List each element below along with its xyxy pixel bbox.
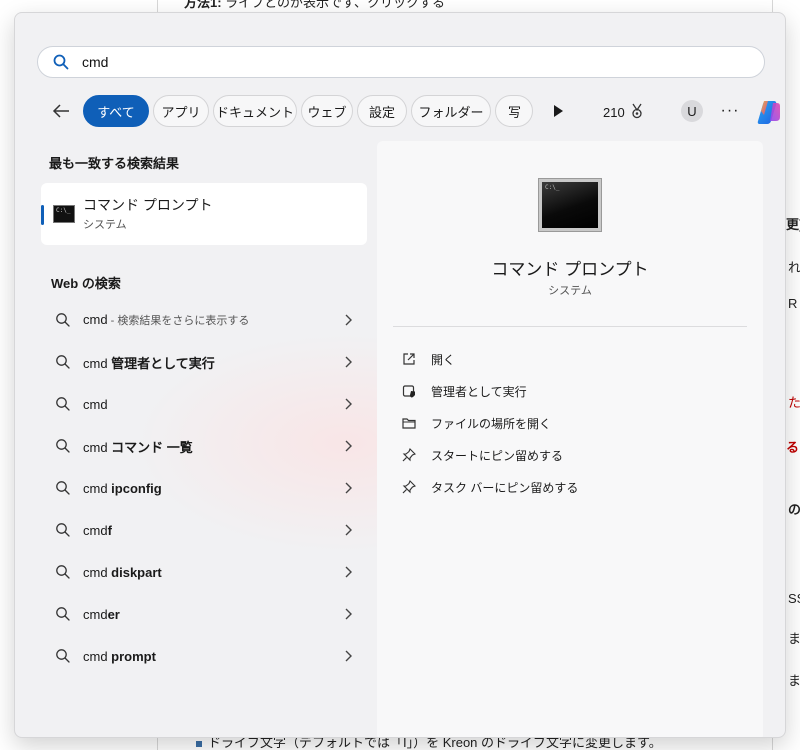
scroll-right-icon[interactable]	[551, 104, 565, 118]
command-prompt-icon: C:\_	[538, 178, 602, 232]
doc-right-fragment-5: る	[786, 440, 800, 455]
chevron-right-icon	[343, 439, 353, 453]
chevron-right-icon	[343, 565, 353, 579]
action-pin-to-taskbar[interactable]: タスク バーにピン留めする	[401, 471, 578, 503]
web-suggestion-item[interactable]: cmdf	[41, 509, 367, 551]
chevron-right-icon	[343, 523, 353, 537]
search-icon	[52, 53, 70, 71]
chevron-right-icon	[343, 397, 353, 411]
pin-icon	[401, 479, 417, 495]
search-panel: すべて アプリ ドキュメント ウェブ 設定 フォルダー 写 210 U ···	[14, 12, 786, 738]
chevron-right-icon	[343, 607, 353, 621]
filter-bar: すべて アプリ ドキュメント ウェブ 設定 フォルダー 写 210 U ···	[43, 95, 780, 127]
points-value: 210	[603, 105, 625, 120]
action-run-as-admin[interactable]: 管理者として実行	[401, 375, 578, 407]
avatar[interactable]: U	[681, 100, 703, 122]
search-box[interactable]	[37, 46, 765, 78]
action-open-file-location[interactable]: ファイルの場所を開く	[401, 407, 578, 439]
search-icon	[55, 312, 71, 328]
search-icon	[55, 480, 71, 496]
bullet-icon	[196, 740, 202, 747]
web-suggestion-item[interactable]: cmd	[41, 383, 367, 425]
filter-folders[interactable]: フォルダー	[411, 95, 491, 127]
search-icon	[55, 648, 71, 664]
doc-right-fragment-9: ま	[788, 673, 800, 688]
doc-right-fragment-6: の	[788, 502, 800, 517]
web-suggestions: cmd - 検索結果をさらに表示する cmd 管理者として実行 cmd cmd …	[41, 299, 367, 677]
web-suggestion-item[interactable]: cmd prompt	[41, 635, 367, 677]
admin-shield-icon	[401, 383, 417, 399]
web-search-heading: Web の検索	[51, 276, 121, 291]
filter-documents[interactable]: ドキュメント	[213, 95, 297, 127]
selection-indicator	[41, 205, 44, 225]
action-open[interactable]: 開く	[401, 343, 578, 375]
doc-right-fragment-7: SS	[788, 591, 800, 606]
best-match-card[interactable]: C:\_ コマンド プロンプト システム	[41, 183, 367, 245]
rewards-points[interactable]: 210	[603, 103, 645, 122]
web-suggestion-item[interactable]: cmd 管理者として実行	[41, 341, 367, 383]
web-suggestion-item[interactable]: cmd コマンド 一覧	[41, 425, 367, 467]
filter-photos[interactable]: 写	[495, 95, 533, 127]
best-match-name: コマンド プロンプト	[83, 197, 213, 213]
preview-title: コマンド プロンプト	[491, 260, 649, 279]
chevron-right-icon	[343, 355, 353, 369]
web-suggestion-item[interactable]: cmder	[41, 593, 367, 635]
doc-right-fragment-3: R	[788, 296, 798, 311]
search-input[interactable]	[82, 54, 722, 70]
search-icon	[55, 396, 71, 412]
back-arrow-icon[interactable]	[49, 99, 73, 123]
doc-right-fragment-1: 更)	[786, 217, 800, 232]
chevron-right-icon	[343, 481, 353, 495]
open-icon	[401, 351, 417, 367]
medal-icon	[629, 103, 645, 122]
doc-top-text: 方法1: ライブとのが表示です、クリックする	[184, 0, 446, 10]
chevron-right-icon	[343, 649, 353, 663]
search-icon	[55, 438, 71, 454]
chevron-right-icon	[343, 313, 353, 327]
web-suggestion-item[interactable]: cmd ipconfig	[41, 467, 367, 509]
folder-icon	[401, 415, 417, 431]
more-options-icon[interactable]: ···	[719, 97, 741, 125]
search-icon	[55, 564, 71, 580]
pin-icon	[401, 447, 417, 463]
web-suggestion-item[interactable]: cmd - 検索結果をさらに表示する	[41, 299, 367, 341]
search-icon	[55, 606, 71, 622]
preview-pane: C:\_ コマンド プロンプト システム 開く 管理者として実行 ファイルの場所…	[377, 141, 763, 737]
action-pin-to-start[interactable]: スタートにピン留めする	[401, 439, 578, 471]
web-suggestion-item[interactable]: cmd diskpart	[41, 551, 367, 593]
copilot-icon[interactable]	[755, 97, 785, 127]
preview-subtitle: システム	[548, 285, 592, 297]
doc-right-fragment-4: た	[788, 395, 800, 410]
doc-right-fragment-8: ま	[788, 631, 800, 646]
filter-web[interactable]: ウェブ	[301, 95, 353, 127]
best-match-heading: 最も一致する検索結果	[49, 156, 180, 171]
action-list: 開く 管理者として実行 ファイルの場所を開く スタートにピン留めする タスク バ…	[401, 343, 578, 503]
best-match-type: システム	[83, 219, 127, 231]
filter-apps[interactable]: アプリ	[153, 95, 209, 127]
filter-all[interactable]: すべて	[83, 95, 149, 127]
command-prompt-icon: C:\_	[53, 205, 75, 223]
filter-settings[interactable]: 設定	[357, 95, 407, 127]
doc-right-fragment-2: れ	[788, 260, 800, 275]
divider	[393, 326, 747, 327]
search-icon	[55, 354, 71, 370]
search-icon	[55, 522, 71, 538]
